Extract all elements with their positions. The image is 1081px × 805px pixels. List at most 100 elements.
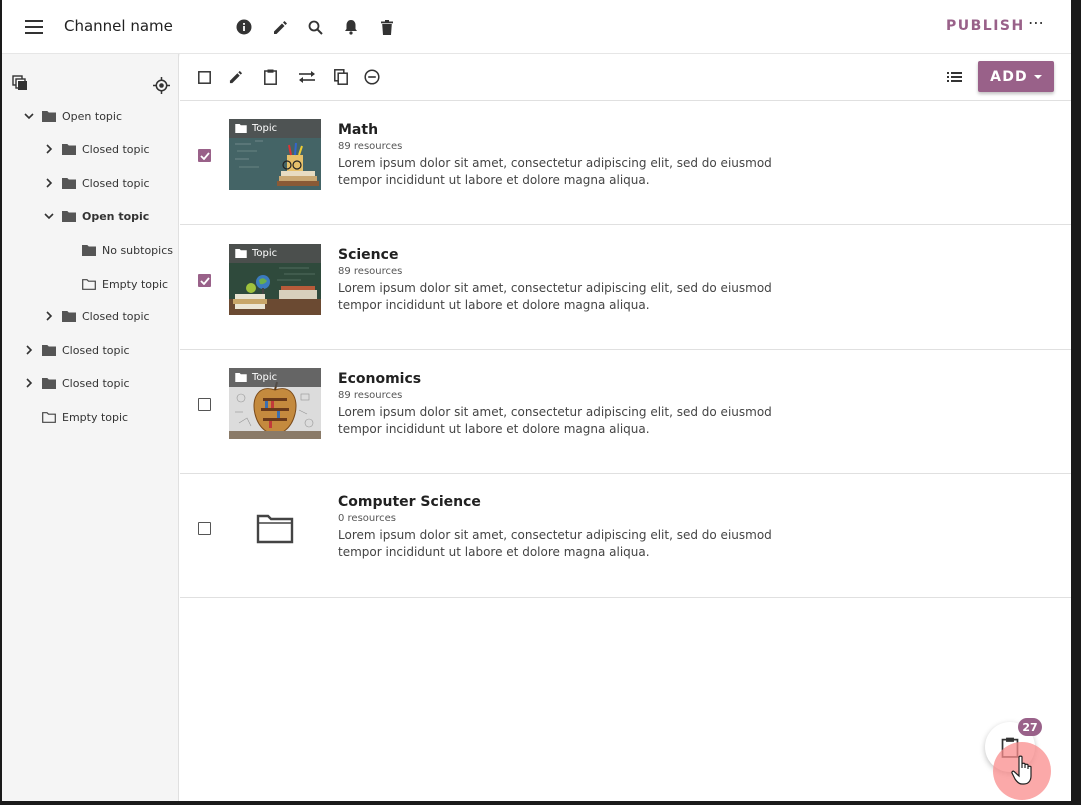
- clipboard-icon[interactable]: [261, 68, 279, 86]
- topic-tag: Topic: [229, 119, 321, 138]
- clipboard-count-badge: 27: [1018, 718, 1042, 736]
- topic-tree-sidebar: Open topic Closed topic Closed topic Open t…: [2, 54, 179, 801]
- folder-icon: [235, 249, 247, 258]
- sidebar-tree-item[interactable]: Empty topic: [62, 274, 168, 294]
- chevron-right-icon[interactable]: [42, 176, 56, 190]
- topic-tag: Topic: [229, 244, 321, 263]
- sidebar-tree-item-label: Closed topic: [82, 176, 150, 190]
- folder-outline-icon: [42, 411, 56, 423]
- sidebar-tree-item[interactable]: Closed topic: [42, 139, 150, 159]
- folder-icon: [42, 110, 56, 122]
- sidebar-tree-item-label: Open topic: [82, 209, 150, 223]
- topic-description: Lorem ipsum dolor sit amet, consectetur …: [338, 405, 772, 436]
- chevron-right-icon[interactable]: [22, 376, 36, 390]
- edit-icon[interactable]: [227, 68, 245, 86]
- topic-description: Lorem ipsum dolor sit amet, consectetur …: [338, 281, 772, 312]
- resource-count: 0 resources: [338, 513, 397, 524]
- folder-icon: [42, 344, 56, 356]
- publish-button[interactable]: PUBLISH: [946, 18, 1025, 34]
- row-checkbox[interactable]: [198, 522, 211, 535]
- topic-tag-label: Topic: [252, 248, 278, 259]
- add-button-label: ADD: [990, 68, 1028, 85]
- add-button[interactable]: ADD: [978, 61, 1054, 92]
- info-icon[interactable]: [234, 17, 254, 37]
- edit-icon[interactable]: [270, 17, 290, 37]
- folder-icon: [62, 210, 76, 222]
- sidebar-tree-item[interactable]: Closed topic: [42, 306, 150, 326]
- locate-icon[interactable]: [153, 77, 170, 94]
- folder-outline-icon: [229, 492, 321, 563]
- sidebar-tree-item-label: Closed topic: [82, 142, 150, 156]
- app-window: Channel name PUBLISH ⋯ Open topic Closed …: [2, 0, 1071, 801]
- move-icon[interactable]: [296, 68, 318, 86]
- topic-tag-label: Topic: [252, 123, 278, 134]
- notifications-icon[interactable]: [341, 17, 361, 37]
- content-toolbar: ADD: [180, 54, 1071, 101]
- topic-description: Lorem ipsum dolor sit amet, consectetur …: [338, 528, 772, 559]
- remove-icon[interactable]: [363, 68, 381, 86]
- copy-icon[interactable]: [332, 68, 350, 86]
- folder-icon: [235, 373, 247, 382]
- topic-title[interactable]: Economics: [338, 371, 421, 387]
- app-bar: Channel name PUBLISH ⋯: [2, 0, 1071, 54]
- sidebar-tree-item-label: Closed topic: [82, 309, 150, 323]
- sidebar-tree-item-label: Empty topic: [62, 410, 129, 424]
- topic-row[interactable]: Topic Math 89 resources Lorem ipsum dolor s…: [180, 101, 1071, 225]
- sidebar-tree-item-label: Closed topic: [62, 343, 130, 357]
- checkmark-icon: [199, 276, 210, 285]
- sidebar-tree-item[interactable]: Open topic: [42, 206, 149, 226]
- sidebar-tree-item-label: Closed topic: [62, 376, 130, 390]
- topic-thumbnail: Topic: [229, 119, 321, 190]
- list-view-icon[interactable]: [945, 68, 963, 86]
- sidebar-tree-item[interactable]: No subtopics: [62, 240, 173, 260]
- topic-description: Lorem ipsum dolor sit amet, consectetur …: [338, 156, 772, 187]
- chevron-right-icon[interactable]: [42, 142, 56, 156]
- topic-thumbnail: Topic: [229, 244, 321, 315]
- folder-icon: [62, 310, 76, 322]
- sidebar-tree-item-label: No subtopics: [102, 243, 174, 257]
- dropdown-caret-icon: [1033, 74, 1042, 79]
- sidebar-tree-item[interactable]: Closed topic: [42, 173, 150, 193]
- row-checkbox-checked[interactable]: [198, 274, 211, 287]
- more-options-icon[interactable]: ⋯: [1028, 13, 1045, 32]
- sidebar-tree-item[interactable]: Open topic: [22, 106, 122, 126]
- topic-title[interactable]: Math: [338, 122, 378, 138]
- topic-row[interactable]: Topic Economics 89 resources Lorem ipsum do…: [180, 350, 1071, 474]
- hamburger-menu-icon[interactable]: [24, 17, 44, 37]
- sidebar-tree-item[interactable]: Closed topic: [22, 340, 130, 360]
- chevron-right-icon[interactable]: [42, 309, 56, 323]
- chevron-down-icon[interactable]: [42, 209, 56, 223]
- folder-icon: [62, 143, 76, 155]
- sidebar-tree-item[interactable]: Closed topic: [22, 373, 130, 393]
- sidebar-tree-item[interactable]: Empty topic: [22, 407, 128, 427]
- sidebar-tree-item-label: Open topic: [62, 109, 123, 123]
- topic-tag-label: Topic: [252, 372, 278, 383]
- collapse-all-icon[interactable]: [12, 75, 28, 91]
- select-all-checkbox-icon[interactable]: [195, 68, 213, 86]
- topic-thumbnail: Topic: [229, 368, 321, 439]
- row-checkbox-checked[interactable]: [198, 149, 211, 162]
- topic-title[interactable]: Science: [338, 247, 398, 263]
- chevron-down-icon[interactable]: [22, 109, 36, 123]
- resource-count: 89 resources: [338, 141, 403, 152]
- topic-row[interactable]: Computer Science 0 resources Lorem ipsum d…: [180, 474, 1071, 598]
- delete-icon[interactable]: [377, 17, 397, 37]
- sidebar-tree-item-label: Empty topic: [102, 277, 169, 291]
- topic-row[interactable]: Topic Science 89 resources Lorem ipsum dolo…: [180, 226, 1071, 350]
- checkmark-icon: [199, 151, 210, 160]
- folder-icon: [235, 124, 247, 133]
- topic-title[interactable]: Computer Science: [338, 494, 481, 510]
- search-icon[interactable]: [305, 17, 325, 37]
- folder-icon: [62, 177, 76, 189]
- resource-count: 89 resources: [338, 390, 403, 401]
- channel-title: Channel name: [64, 17, 173, 35]
- folder-icon: [42, 377, 56, 389]
- folder-outline-icon: [82, 278, 96, 290]
- chevron-right-icon[interactable]: [22, 343, 36, 357]
- row-checkbox[interactable]: [198, 398, 211, 411]
- pointer-hand-icon: [1011, 755, 1037, 785]
- topic-tag: Topic: [229, 368, 321, 387]
